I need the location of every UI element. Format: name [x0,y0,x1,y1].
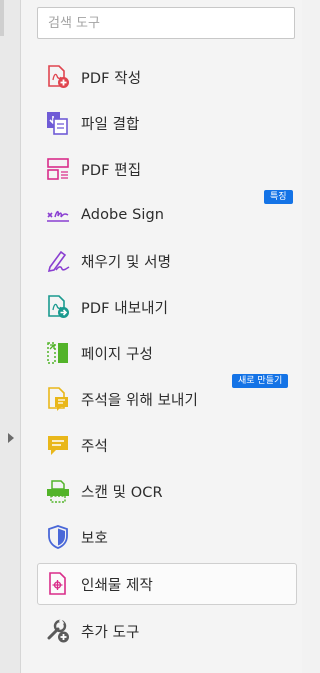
tool-label: Adobe Sign [81,207,165,223]
protect-shield-icon [45,524,71,550]
tools-panel: PDF 작성 파일 결합 [21,0,302,673]
new-badge: 새로 만들기 [232,374,289,388]
edit-pdf-icon [45,156,71,182]
print-production-icon [45,571,71,597]
tool-label: 인쇄물 제작 [81,577,153,594]
combine-files-icon [45,110,71,136]
comment-icon [45,432,71,458]
tool-combine-files[interactable]: 파일 결합 [21,100,302,146]
tool-create-pdf[interactable]: PDF 작성 [21,54,302,100]
tool-organize-pages[interactable]: 페이지 구성 [21,330,302,376]
tool-label: 채우기 및 서명 [81,254,172,271]
tool-label: 추가 도구 [81,624,140,641]
send-for-comments-icon [45,386,71,412]
organize-pages-icon [45,340,71,366]
tool-label: 페이지 구성 [81,346,153,363]
scan-ocr-icon [45,478,71,504]
tool-label: 주석을 위해 보내기 [81,392,198,409]
tools-list: PDF 작성 파일 결합 PDF 편집 Adobe Sign 특징 채우기 및 … [21,54,302,654]
tool-send-for-comments[interactable]: 주석을 위해 보내기 새로 만들기 [21,374,302,422]
collapse-arrow-icon[interactable] [8,433,14,443]
adobe-sign-icon [45,202,71,228]
tool-export-pdf[interactable]: PDF 내보내기 [21,284,302,330]
tool-label: 스캔 및 OCR [81,484,163,501]
add-tools-icon [45,618,71,644]
tool-fill-sign[interactable]: 채우기 및 서명 [21,238,302,284]
tool-label: 파일 결합 [81,116,140,133]
tool-label: 주석 [81,438,108,455]
tool-edit-pdf[interactable]: PDF 편집 [21,146,302,192]
tool-print-production[interactable]: 인쇄물 제작 [37,563,297,605]
fill-sign-icon [45,248,71,274]
search-tools-input[interactable] [37,7,295,39]
tool-label: PDF 내보내기 [81,300,169,317]
feature-badge: 특징 [264,190,293,204]
create-pdf-icon [45,64,71,90]
tool-label: PDF 편집 [81,162,142,179]
tool-label: PDF 작성 [81,70,142,87]
left-rail [0,0,21,673]
tools-pane: PDF 작성 파일 결합 [0,0,302,673]
tool-add-tools[interactable]: 추가 도구 [21,608,302,654]
tool-comment[interactable]: 주석 [21,422,302,468]
tool-protect[interactable]: 보호 [21,514,302,560]
tool-adobe-sign[interactable]: Adobe Sign 특징 [21,190,302,238]
export-pdf-icon [45,294,71,320]
tool-scan-ocr[interactable]: 스캔 및 OCR [21,468,302,514]
tool-label: 보호 [81,530,108,547]
rail-top-mark [0,0,4,36]
